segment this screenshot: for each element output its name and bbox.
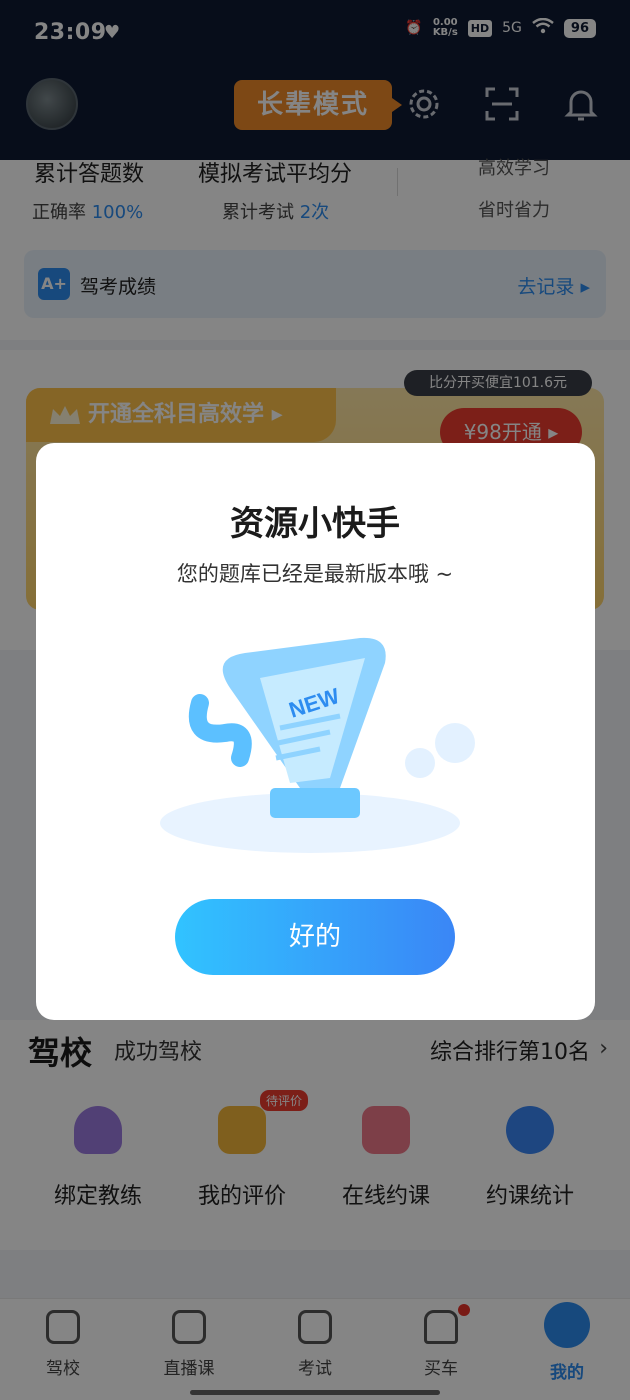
- new-document-illustration: NEW: [150, 608, 480, 858]
- dialog-message: 您的题库已经是最新版本哦 ~: [176, 562, 454, 586]
- dialog-title: 资源小快手: [230, 504, 400, 544]
- ok-button[interactable]: 好的: [175, 899, 455, 975]
